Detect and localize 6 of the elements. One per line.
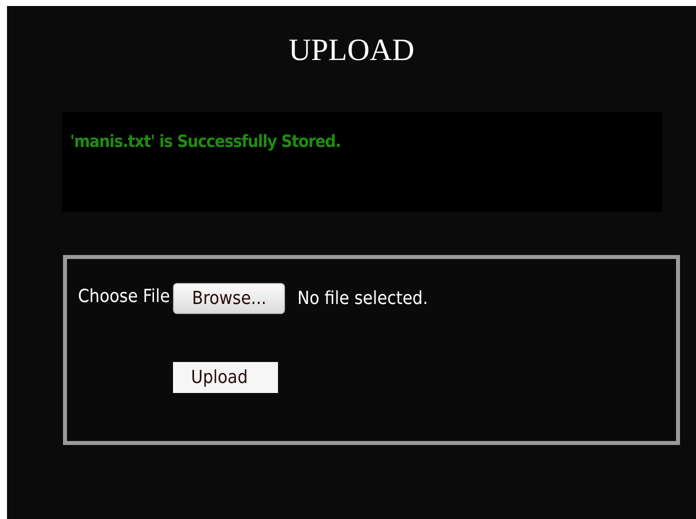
browse-button[interactable]: Browse... <box>173 283 286 314</box>
upload-button[interactable]: Upload <box>173 362 278 393</box>
page-title: UPLOAD <box>288 32 414 68</box>
success-message: 'manis.txt' is Successfully Stored. <box>70 132 341 152</box>
file-status: No file selected. <box>297 288 428 309</box>
field-label: Choose File <box>78 285 171 309</box>
